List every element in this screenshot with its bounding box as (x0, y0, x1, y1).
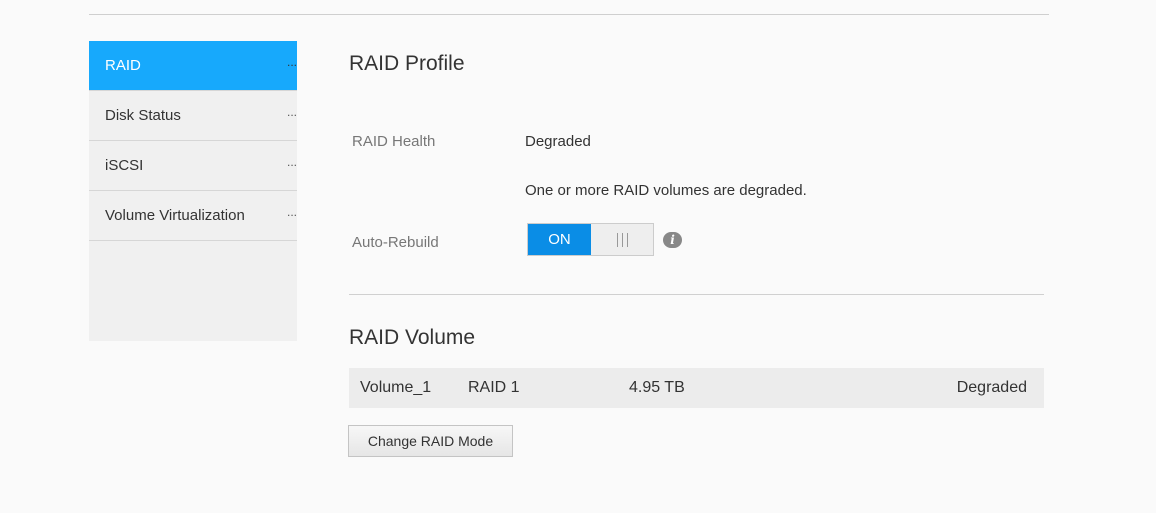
sidebar-item-label: iSCSI (105, 157, 144, 174)
section-divider (349, 294, 1044, 295)
table-row: Volume_1 RAID 1 4.95 TB Degraded (349, 368, 1044, 408)
sidebar-item-volume-virtualization[interactable]: Volume Virtualization... (89, 191, 297, 241)
raid-health-label: RAID Health (352, 133, 436, 150)
auto-rebuild-label: Auto-Rebuild (352, 234, 439, 251)
sidebar: RAID... Disk Status... iSCSI... Volume V… (89, 41, 297, 341)
raid-health-message: One or more RAID volumes are degraded. (525, 182, 807, 199)
volume-status: Degraded (956, 379, 1027, 396)
volume-size: 4.95 TB (629, 379, 685, 396)
raid-volume-title: RAID Volume (349, 326, 476, 349)
toggle-on-label: ON (528, 224, 591, 255)
info-icon[interactable]: i (663, 232, 682, 248)
change-raid-mode-button[interactable]: Change RAID Mode (348, 425, 513, 457)
sidebar-item-raid[interactable]: RAID... (89, 41, 297, 91)
ellipsis: ... (286, 155, 297, 169)
sidebar-item-label: Volume Virtualization (105, 207, 245, 224)
ellipsis: ... (286, 55, 297, 69)
volume-name: Volume_1 (360, 379, 432, 396)
sidebar-item-label: Disk Status (105, 107, 181, 124)
raid-health-value: Degraded (525, 133, 591, 150)
toggle-handle[interactable] (591, 224, 653, 255)
auto-rebuild-toggle[interactable]: ON (527, 223, 654, 256)
header-divider (89, 14, 1049, 15)
sidebar-item-label: RAID (105, 57, 141, 74)
volume-type: RAID 1 (468, 379, 520, 396)
sidebar-item-disk-status[interactable]: Disk Status... (89, 91, 297, 141)
raid-profile-title: RAID Profile (349, 52, 465, 75)
ellipsis: ... (286, 205, 297, 219)
ellipsis: ... (286, 105, 297, 119)
sidebar-item-iscsi[interactable]: iSCSI... (89, 141, 297, 191)
